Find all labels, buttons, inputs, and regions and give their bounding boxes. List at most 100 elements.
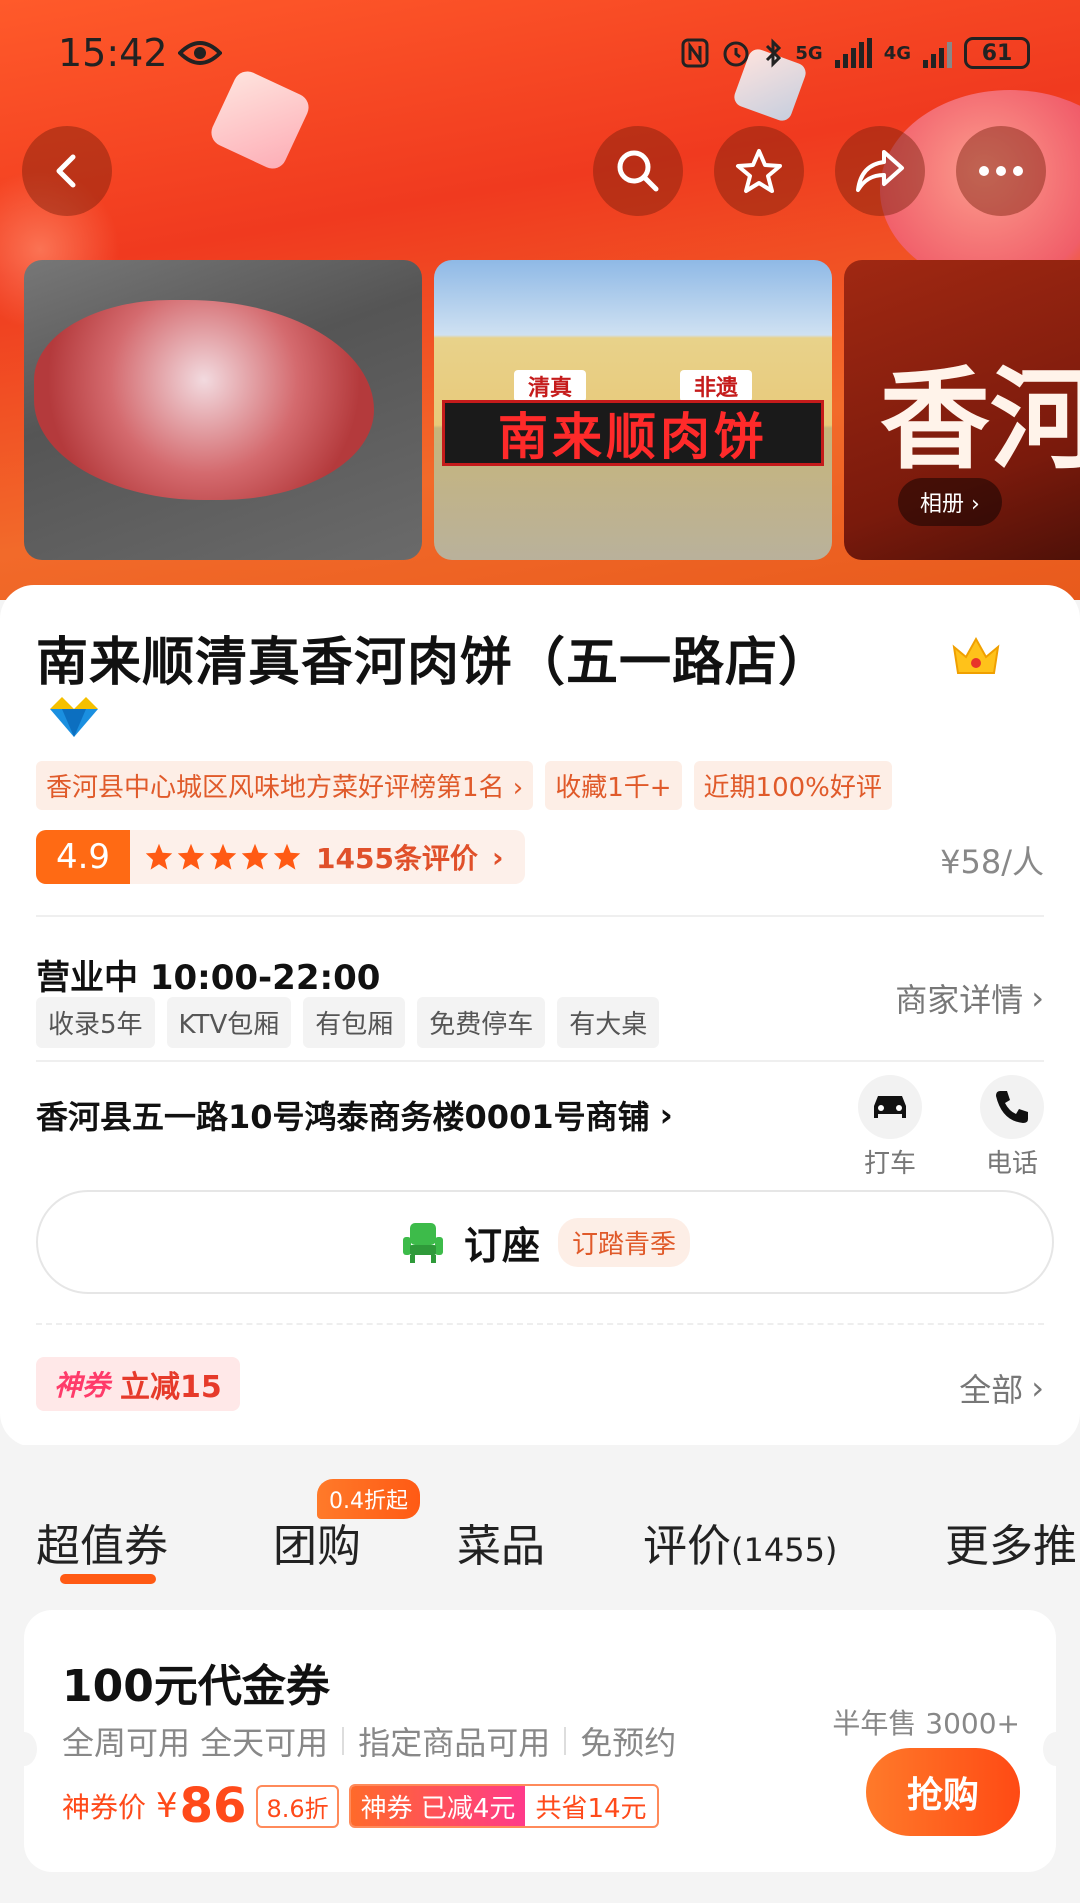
tab-groupbuy[interactable]: 团购 (273, 1510, 361, 1574)
praise-tag: 近期100%好评 (693, 761, 892, 810)
alarm-icon (723, 41, 749, 67)
star-filled-icon (241, 843, 269, 870)
decor-shape (206, 66, 314, 174)
back-button[interactable] (22, 126, 112, 216)
dashed-divider (36, 1323, 1044, 1325)
voucher-card[interactable]: 100元代金券 全周可用 全天可用 指定商品可用 免预约 半年售 3000+ 神… (11, 1610, 1069, 1872)
star-icon (736, 149, 782, 193)
tab-vouchers[interactable]: 超值券 (36, 1510, 168, 1574)
seat-icon (402, 1223, 443, 1263)
rating-stars (144, 842, 302, 872)
more-button[interactable] (956, 126, 1046, 216)
status-icons: 5G 4G 61 (681, 37, 1030, 69)
all-coupons-link[interactable]: 全部 › (959, 1365, 1044, 1411)
star-filled-icon (273, 843, 301, 870)
price-label: 神券价 (62, 1791, 147, 1824)
per-person-price: ¥58/人 (940, 843, 1044, 881)
share-button[interactable] (835, 126, 925, 216)
separator (564, 1727, 567, 1755)
status-bar: 15:42 5G 4G 61 (58, 28, 1030, 78)
clock-text: 15:42 (58, 31, 168, 75)
battery-icon: 61 (964, 37, 1030, 69)
coupon-chip[interactable]: 神券 立减15 (36, 1357, 240, 1411)
review-count: 1455条评价 (316, 842, 478, 875)
rank-tag[interactable]: 香河县中心城区风味地方菜好评榜第1名 › (36, 761, 534, 810)
rank-tag-label: 香河县中心城区风味地方菜好评榜第1名 (46, 773, 505, 803)
voucher-title: 100元代金券 (62, 1661, 330, 1712)
nfc-icon (681, 38, 709, 68)
facility-tag: 收录5年 (36, 997, 155, 1048)
album-button[interactable]: 相册 › (898, 478, 1002, 526)
car-icon (858, 1075, 922, 1139)
shop-info-card: 南来顺清真香河肉饼（五一路店） 香河县中心城区风味地方菜好评榜第1名 › 收藏1… (0, 585, 1080, 1447)
photo-storefront[interactable]: 清真 非遗 南来顺肉饼 (434, 260, 832, 560)
facility-tag: 免费停车 (417, 997, 546, 1048)
active-tab-indicator (60, 1574, 156, 1584)
reserve-badge: 订踏青季 (558, 1217, 691, 1267)
all-label: 全部 (959, 1371, 1024, 1409)
reserve-button[interactable]: 订座 订踏青季 (36, 1190, 1054, 1294)
separator (342, 1727, 345, 1755)
facility-tag: 有包厢 (303, 997, 406, 1048)
facility-tag: KTV包厢 (166, 997, 292, 1048)
star-filled-icon (177, 843, 205, 870)
facility-tag: 有大桌 (557, 997, 660, 1048)
divider (36, 1060, 1044, 1062)
chevron-right-icon: › (659, 1096, 673, 1134)
tab-more[interactable]: 更多推 (945, 1510, 1077, 1574)
favorites-tag: 收藏1千+ (545, 761, 682, 810)
address-link[interactable]: 香河县五一路10号鸿泰商务楼0001号商铺 › (36, 1092, 673, 1138)
voucher-feature: 全周可用 全天可用 (62, 1724, 329, 1762)
tab-dishes[interactable]: 菜品 (457, 1510, 545, 1574)
favorite-button[interactable] (714, 126, 804, 216)
save-label: 共省14元 (535, 1793, 647, 1824)
shop-tags: 香河县中心城区风味地方菜好评榜第1名 › 收藏1千+ 近期100%好评 (36, 761, 892, 810)
address-text: 香河县五一路10号鸿泰商务楼0001号商铺 (36, 1098, 650, 1136)
rating-score: 4.9 (36, 830, 130, 884)
facility-tags: 收录5年 KTV包厢 有包厢 免费停车 有大桌 (36, 997, 660, 1048)
divider (36, 915, 1044, 917)
more-icon (979, 166, 1023, 176)
sold-count: 半年售 3000+ (832, 1707, 1020, 1740)
chevron-left-icon (56, 154, 76, 188)
chevron-right-icon: › (1031, 979, 1044, 1017)
search-button[interactable] (593, 126, 683, 216)
network-5g-label: 5G (795, 42, 823, 64)
phone-label: 电话 (985, 1149, 1038, 1179)
battery-level: 61 (981, 40, 1013, 66)
photo-meat[interactable] (24, 260, 422, 560)
reserve-label: 订座 (463, 1223, 540, 1268)
discount-badge: 8.6折 (256, 1784, 339, 1828)
card-notch (11, 1732, 37, 1766)
bluetooth-icon (766, 38, 782, 68)
voucher-feature: 免预约 (580, 1724, 677, 1762)
status-time: 15:42 (58, 31, 222, 75)
voucher-feature: 指定商品可用 (358, 1724, 551, 1762)
tab-reviews[interactable]: 评价(1455) (643, 1510, 837, 1574)
photo-gallery[interactable]: 清真 非遗 南来顺肉饼 香河清 相册 › (24, 260, 1080, 560)
tab-reviews-count: (1455) (731, 1531, 838, 1569)
shenquan-label: 神券 已减4元 (350, 1786, 526, 1826)
phone-icon (980, 1075, 1044, 1139)
chevron-right-icon: › (1031, 1369, 1044, 1407)
album-label: 相册 (920, 492, 965, 517)
share-icon (856, 150, 904, 192)
taxi-label: 打车 (863, 1149, 916, 1179)
network-4g-label: 4G (883, 42, 911, 64)
merchant-detail-link[interactable]: 商家详情 › (895, 975, 1044, 1021)
rating-bar[interactable]: 4.9 1455条评价 › (36, 830, 526, 884)
taxi-button[interactable]: 打车 (850, 1075, 930, 1180)
buy-button[interactable]: 抢购 (866, 1748, 1020, 1836)
chevron-right-icon: › (491, 840, 504, 874)
phone-button[interactable]: 电话 (972, 1075, 1052, 1180)
business-hours: 营业中 10:00-22:00 (36, 958, 381, 998)
eye-icon (177, 41, 222, 65)
brand-text: 香河清 (880, 355, 1080, 484)
photo-brand[interactable]: 香河清 相册 › (844, 260, 1080, 560)
star-filled-icon (209, 843, 237, 870)
search-icon (617, 150, 659, 192)
voucher-price: 86 (179, 1778, 247, 1834)
star-filled-icon (145, 843, 173, 870)
voucher-features: 全周可用 全天可用 指定商品可用 免预约 (62, 1718, 676, 1764)
signal-icon (834, 38, 872, 68)
